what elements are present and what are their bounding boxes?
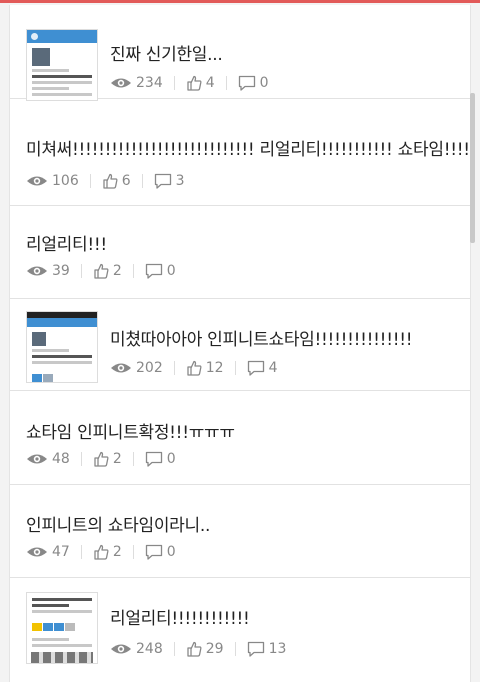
view-count: 48: [26, 451, 70, 467]
like-button[interactable]: 12: [186, 360, 224, 376]
scrollbar-thumb[interactable]: [470, 93, 475, 243]
like-button[interactable]: 29: [186, 641, 224, 657]
view-count: 39: [26, 263, 70, 279]
comment-icon: [247, 360, 264, 376]
thumbs-up-icon: [103, 173, 118, 189]
eye-icon: [111, 78, 131, 88]
eye-icon: [27, 547, 47, 557]
post-title[interactable]: 미쳐써!!!!!!!!!!!!!!!!!!!!!!!!!!!! 리얼리티!!!!…: [26, 135, 470, 160]
thumbs-up-icon: [94, 451, 109, 467]
like-button[interactable]: 2: [93, 263, 122, 279]
comment-button[interactable]: 3: [154, 173, 185, 189]
list-item[interactable]: 인피니트의 쇼타임이라니.. 47 2 0: [10, 485, 470, 578]
list-item[interactable]: 리얼리티!!! 39 2 0: [10, 206, 470, 299]
post-title[interactable]: 인피니트의 쇼타임이라니..: [26, 511, 210, 536]
thumbs-up-icon: [187, 75, 202, 91]
eye-icon: [27, 176, 47, 186]
eye-icon: [27, 266, 47, 276]
post-thumbnail[interactable]: [26, 311, 98, 383]
post-title[interactable]: 쇼타임 인피니트확정!!!ㅠㅠㅠ: [26, 418, 235, 443]
eye-icon: [111, 363, 131, 373]
thumbs-up-icon: [187, 641, 202, 657]
like-button[interactable]: 6: [102, 173, 131, 189]
comment-icon: [247, 641, 264, 657]
comment-icon: [154, 173, 171, 189]
like-button[interactable]: 2: [93, 451, 122, 467]
comment-button[interactable]: 4: [247, 360, 277, 376]
comment-button[interactable]: 0: [145, 451, 176, 467]
comment-button[interactable]: 13: [247, 641, 286, 657]
view-count: 248: [110, 641, 163, 657]
thumbs-up-icon: [187, 360, 202, 376]
thumbs-up-icon: [94, 544, 109, 560]
post-title[interactable]: 리얼리티!!!!!!!!!!!!: [110, 604, 250, 629]
list-item[interactable]: 미쳤따아아아 인피니트쇼타임!!!!!!!!!!!!!!! 202 12 4: [10, 299, 470, 391]
list-item[interactable]: 리얼리티!!!!!!!!!!!! 248 29 13: [10, 578, 470, 682]
view-count: 234: [110, 75, 163, 91]
post-list: 진짜 신기한일... 234 4 0 미쳐써!!!!!!!!!!!!!!!!!!…: [9, 5, 471, 682]
eye-icon: [111, 644, 131, 654]
like-button[interactable]: 4: [186, 75, 215, 91]
comment-icon: [145, 263, 162, 279]
view-count: 106: [26, 173, 79, 189]
thumbs-up-icon: [94, 263, 109, 279]
list-item[interactable]: 진짜 신기한일... 234 4 0: [10, 5, 470, 101]
eye-icon: [27, 454, 47, 464]
post-thumbnail[interactable]: [26, 29, 98, 101]
list-item[interactable]: 미쳐써!!!!!!!!!!!!!!!!!!!!!!!!!!!! 리얼리티!!!!…: [10, 99, 470, 206]
comment-icon: [238, 75, 255, 91]
list-item[interactable]: 쇼타임 인피니트확정!!!ㅠㅠㅠ 48 2 0: [10, 391, 470, 485]
comment-button[interactable]: 0: [145, 263, 176, 279]
comment-icon: [145, 544, 162, 560]
like-button[interactable]: 2: [93, 544, 122, 560]
post-title[interactable]: 리얼리티!!!: [26, 230, 107, 255]
post-title[interactable]: 진짜 신기한일...: [110, 40, 223, 65]
comment-button[interactable]: 0: [238, 75, 269, 91]
comment-icon: [145, 451, 162, 467]
comment-button[interactable]: 0: [145, 544, 176, 560]
view-count: 47: [26, 544, 70, 560]
view-count: 202: [110, 360, 163, 376]
post-thumbnail[interactable]: [26, 592, 98, 664]
top-accent-bar: [0, 0, 480, 3]
post-title[interactable]: 미쳤따아아아 인피니트쇼타임!!!!!!!!!!!!!!!: [110, 325, 413, 350]
